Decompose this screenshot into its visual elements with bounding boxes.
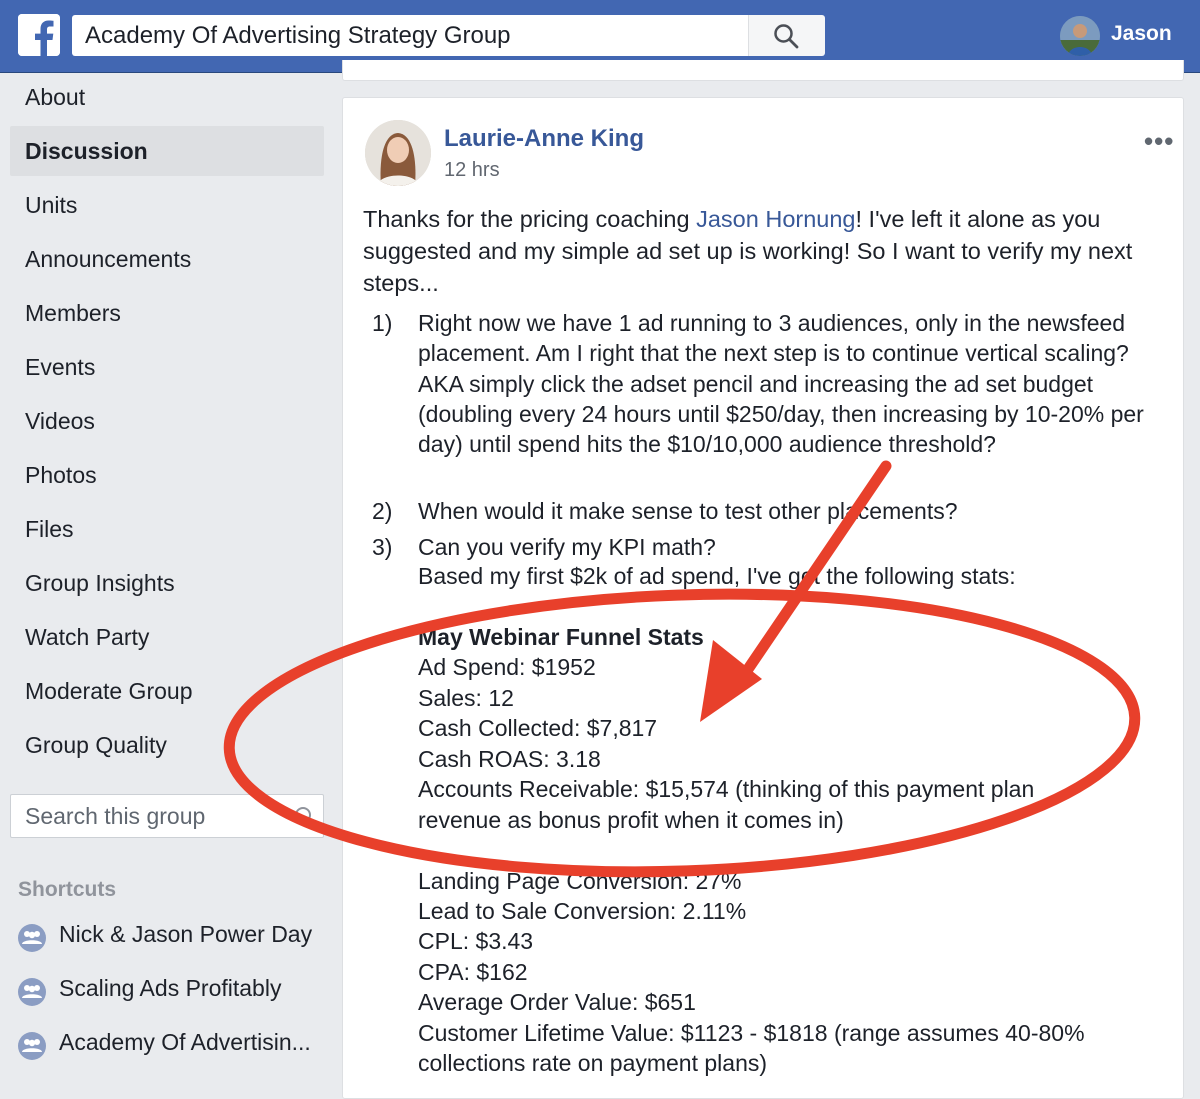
list-item: Can you verify my KPI math? — [418, 534, 716, 560]
shortcut-label: Scaling Ads Profitably — [59, 975, 282, 1001]
sidebar-item-discussion[interactable]: Discussion — [25, 138, 148, 165]
list-number: 3) — [372, 534, 393, 560]
shortcut-label: Nick & Jason Power Day — [59, 921, 313, 947]
mention-link[interactable]: Jason Hornung — [696, 206, 855, 232]
group-sidebar: About Discussion Units Announcements Mem… — [0, 72, 340, 1085]
sidebar-item-files[interactable]: Files — [25, 516, 74, 543]
search-icon — [774, 24, 799, 49]
sidebar-item-watch-party[interactable]: Watch Party — [25, 624, 149, 651]
sidebar-item-announcements[interactable]: Announcements — [25, 246, 191, 273]
author-avatar[interactable] — [365, 120, 431, 186]
stat-line: revenue as bonus profit when it comes in… — [418, 807, 844, 833]
stat-line: Customer Lifetime Value: $1123 - $1818 (… — [418, 1020, 1085, 1046]
post-author-link[interactable]: Laurie-Anne King — [444, 125, 644, 153]
group-search-input[interactable]: Search this group — [10, 794, 324, 838]
list-item: Right now we have 1 ad running to 3 audi… — [418, 310, 1144, 458]
user-avatar[interactable] — [1060, 16, 1100, 56]
facebook-logo-icon[interactable] — [18, 14, 60, 56]
sidebar-item-photos[interactable]: Photos — [25, 462, 97, 489]
stat-line: Lead to Sale Conversion: 2.11% — [418, 898, 747, 924]
stat-line: CPL: $3.43 — [418, 928, 534, 954]
search-button[interactable] — [748, 15, 825, 56]
user-name-link[interactable]: Jason — [1111, 22, 1172, 46]
more-options-icon[interactable]: ••• — [1144, 126, 1174, 157]
sidebar-item-group-insights[interactable]: Group Insights — [25, 570, 175, 597]
stat-line: Ad Spend: $1952 — [418, 654, 596, 680]
stat-line: Sales: 12 — [418, 685, 514, 711]
post-card: Laurie-Anne King 12 hrs ••• Thanks for t… — [342, 97, 1184, 1099]
sidebar-item-about[interactable]: About — [25, 84, 85, 111]
shortcuts-heading: Shortcuts — [18, 878, 117, 901]
search-icon — [295, 807, 317, 829]
stat-line: Cash Collected: $7,817 — [418, 715, 658, 741]
sidebar-item-members[interactable]: Members — [25, 300, 121, 327]
stat-line: CPA: $162 — [418, 959, 528, 985]
sidebar-item-group-quality[interactable]: Group Quality — [25, 732, 167, 759]
sidebar-item-moderate-group[interactable]: Moderate Group — [25, 678, 192, 705]
group-icon — [18, 924, 46, 952]
post-intro-paragraph: Thanks for the pricing coaching Jason Ho… — [363, 203, 1173, 299]
stat-line: Landing Page Conversion: 27% — [418, 868, 742, 894]
sidebar-item-videos[interactable]: Videos — [25, 408, 95, 435]
list-item: When would it make sense to test other p… — [418, 498, 958, 524]
stat-line: Average Order Value: $651 — [418, 989, 696, 1015]
stat-line: Accounts Receivable: $15,574 (thinking o… — [418, 776, 1035, 802]
group-icon — [18, 1032, 46, 1060]
sidebar-item-units[interactable]: Units — [25, 192, 77, 219]
list-number: 1) — [372, 310, 393, 336]
sidebar-item-events[interactable]: Events — [25, 354, 95, 381]
previous-post-card — [342, 60, 1184, 81]
stat-line: collections rate on payment plans) — [418, 1050, 768, 1076]
list-number: 2) — [372, 498, 393, 524]
group-icon — [18, 978, 46, 1006]
stats-title: May Webinar Funnel Stats — [418, 624, 704, 650]
intro-text: Thanks for the pricing coaching — [363, 206, 697, 232]
post-timestamp[interactable]: 12 hrs — [444, 159, 500, 182]
global-search-input[interactable]: Academy Of Advertising Strategy Group — [72, 15, 748, 56]
stats-intro: Based my first $2k of ad spend, I've got… — [418, 563, 1016, 589]
stat-line: Cash ROAS: 3.18 — [418, 746, 601, 772]
group-search-placeholder: Search this group — [25, 803, 206, 829]
shortcut-label: Academy Of Advertisin... — [59, 1029, 311, 1055]
